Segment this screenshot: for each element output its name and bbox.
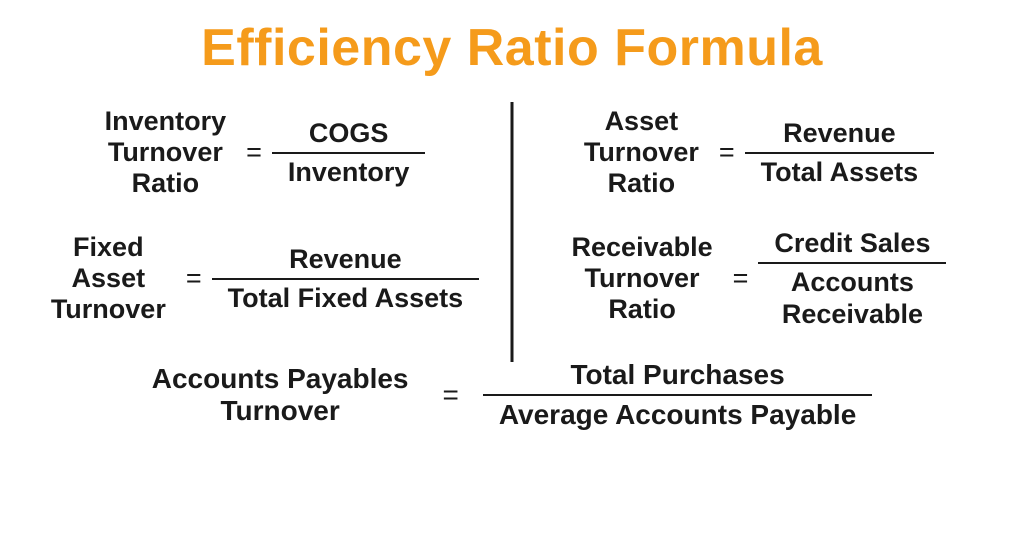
name-line: Accounts Payables [152,363,409,395]
fraction: COGS Inventory [272,117,426,188]
vertical-divider [511,102,514,362]
formula-inventory-turnover: Inventory Turnover Ratio = COGS Inventor… [105,106,426,199]
name-line: Turnover [152,395,409,427]
name-line: Asset [51,263,166,294]
page-title: Efficiency Ratio Formula [0,18,1024,78]
formula-name: Accounts Payables Turnover [152,363,409,427]
name-line: Fixed [51,232,166,263]
fraction: Revenue Total Fixed Assets [212,243,480,314]
numerator: COGS [293,117,405,151]
cell-asset-turnover: Asset Turnover Ratio = Revenue Total Ass… [512,106,984,199]
name-line: Turnover [51,294,166,325]
name-line: Turnover [572,263,713,294]
numerator: Revenue [767,117,912,151]
name-line: Ratio [572,294,713,325]
name-line: Inventory [105,106,227,137]
numerator: Total Purchases [554,358,800,394]
equals-sign: = [246,137,262,168]
name-line: Turnover [584,137,699,168]
cell-fixed-asset-turnover: Fixed Asset Turnover = Revenue Total Fix… [40,227,512,330]
equals-sign: = [719,137,735,168]
formula-name: Fixed Asset Turnover [51,232,166,325]
name-line: Ratio [105,168,227,199]
equals-sign: = [186,263,202,294]
name-line: Asset [584,106,699,137]
name-line: Receivable [572,232,713,263]
formula-receivable-turnover: Receivable Turnover Ratio = Credit Sales… [572,227,947,330]
equals-sign: = [443,379,459,411]
denom-line: Accounts [774,266,930,298]
denominator: Average Accounts Payable [483,394,872,432]
denominator: Total Fixed Assets [212,278,480,314]
denominator: Accounts Receivable [758,262,946,331]
formula-name: Receivable Turnover Ratio [572,232,713,325]
fraction: Revenue Total Assets [745,117,935,188]
formula-fixed-asset-turnover: Fixed Asset Turnover = Revenue Total Fix… [51,232,479,325]
formula-grid: Inventory Turnover Ratio = COGS Inventor… [0,106,1024,432]
cell-inventory-turnover: Inventory Turnover Ratio = COGS Inventor… [40,106,512,199]
formula-name: Asset Turnover Ratio [584,106,699,199]
numerator: Revenue [273,243,418,277]
formula-name: Inventory Turnover Ratio [105,106,227,199]
denominator: Inventory [272,152,426,188]
denominator: Total Assets [745,152,935,188]
fraction: Total Purchases Average Accounts Payable [483,358,872,431]
formula-asset-turnover: Asset Turnover Ratio = Revenue Total Ass… [584,106,934,199]
equals-sign: = [733,263,749,294]
fraction: Credit Sales Accounts Receivable [758,227,946,330]
row-3: Accounts Payables Turnover = Total Purch… [40,358,984,431]
denom-line: Receivable [774,298,930,330]
formula-accounts-payables-turnover: Accounts Payables Turnover = Total Purch… [152,358,873,431]
name-line: Turnover [105,137,227,168]
name-line: Ratio [584,168,699,199]
cell-receivable-turnover: Receivable Turnover Ratio = Credit Sales… [512,227,984,330]
numerator: Credit Sales [758,227,946,261]
